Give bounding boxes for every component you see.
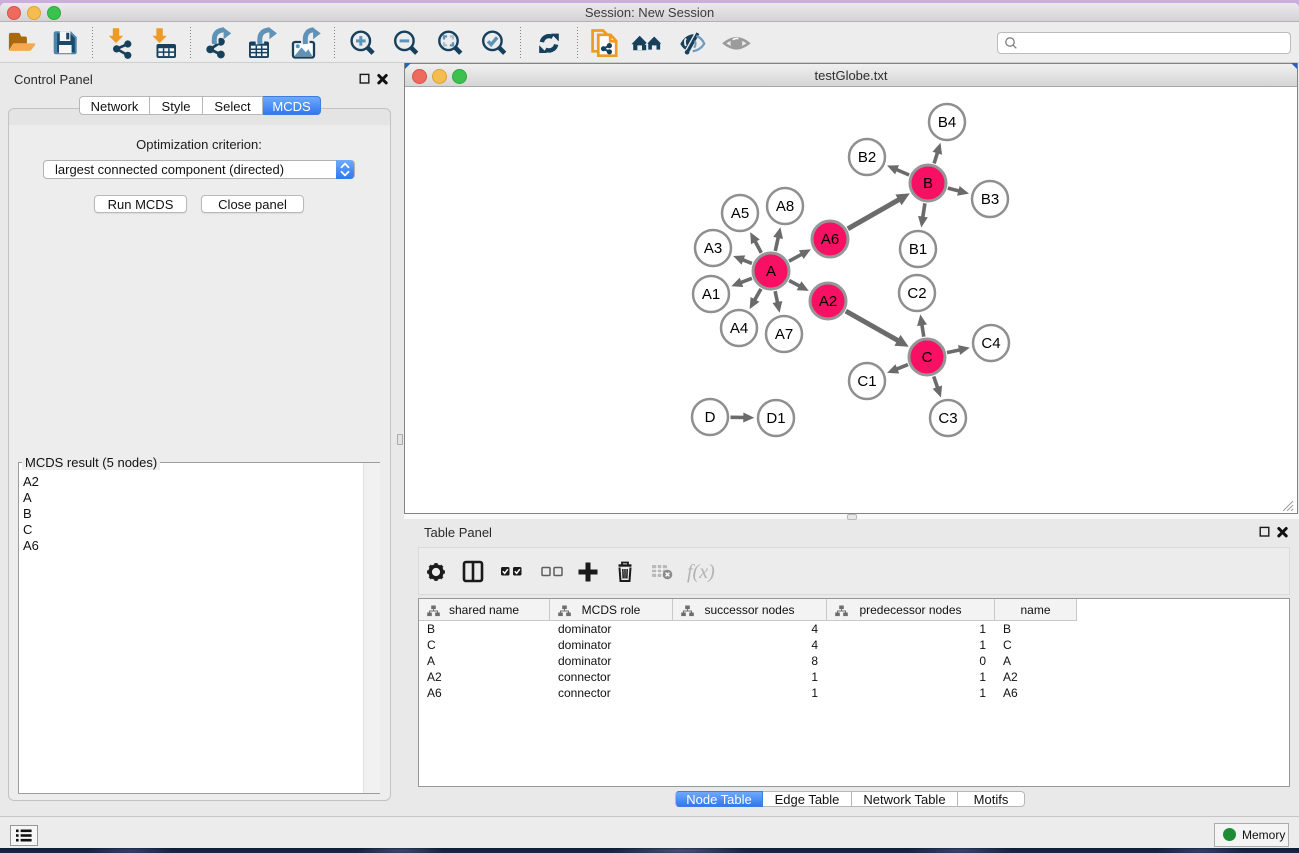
svg-text:A4: A4 [730,320,748,337]
svg-text:A7: A7 [775,326,793,343]
svg-text:B3: B3 [981,191,999,208]
svg-text:A1: A1 [702,286,720,303]
svg-text:A6: A6 [821,231,839,248]
svg-text:C3: C3 [938,410,957,427]
svg-text:B1: B1 [909,241,927,258]
svg-text:A5: A5 [731,205,749,222]
svg-text:A2: A2 [819,293,837,310]
svg-text:C1: C1 [857,373,876,390]
svg-text:B2: B2 [858,149,876,166]
svg-text:C2: C2 [907,285,926,302]
svg-text:A: A [766,263,776,280]
svg-text:D1: D1 [766,410,785,427]
svg-text:A8: A8 [776,198,794,215]
svg-text:D: D [705,409,716,426]
svg-text:C: C [922,349,933,366]
svg-text:B: B [923,175,933,192]
svg-text:C4: C4 [981,335,1000,352]
svg-text:f(x): f(x) [687,561,715,583]
svg-text:B4: B4 [938,114,956,131]
svg-text:A3: A3 [704,240,722,257]
